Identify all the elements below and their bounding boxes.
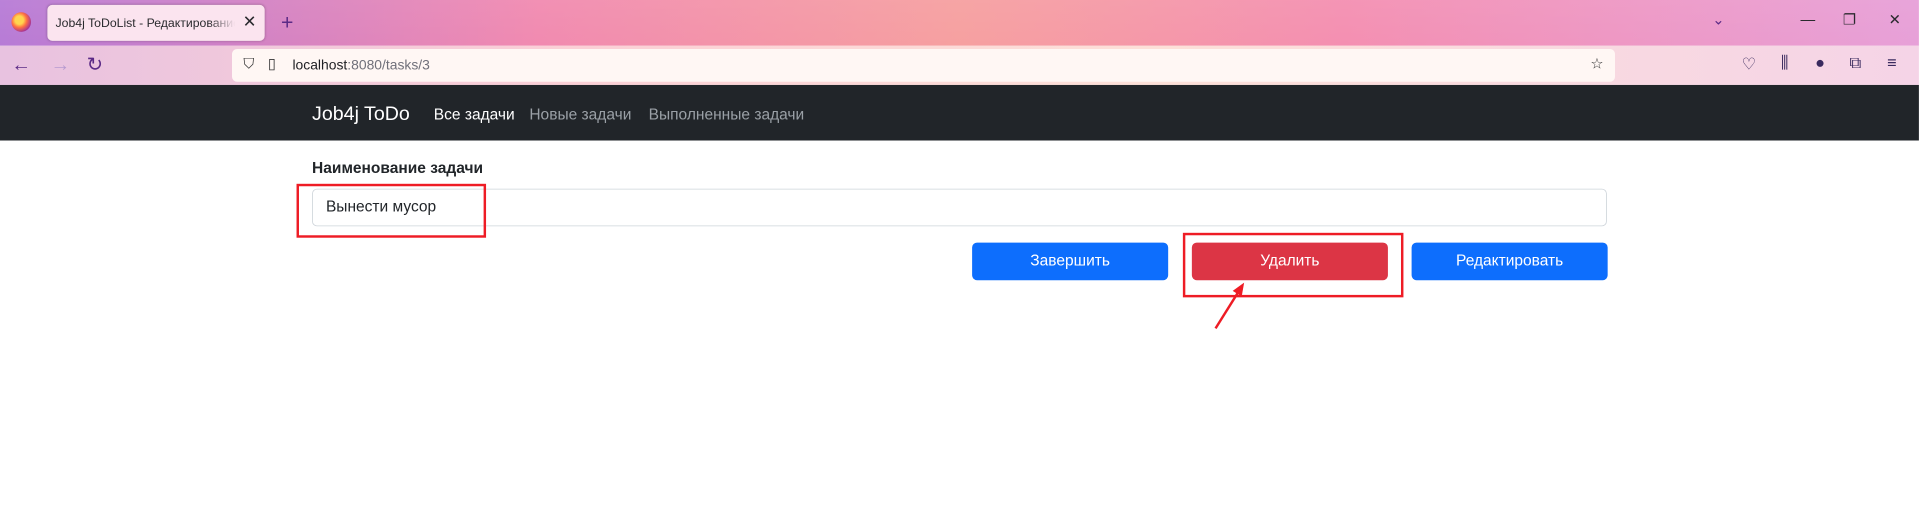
- annotation-arrow: [1214, 282, 1245, 330]
